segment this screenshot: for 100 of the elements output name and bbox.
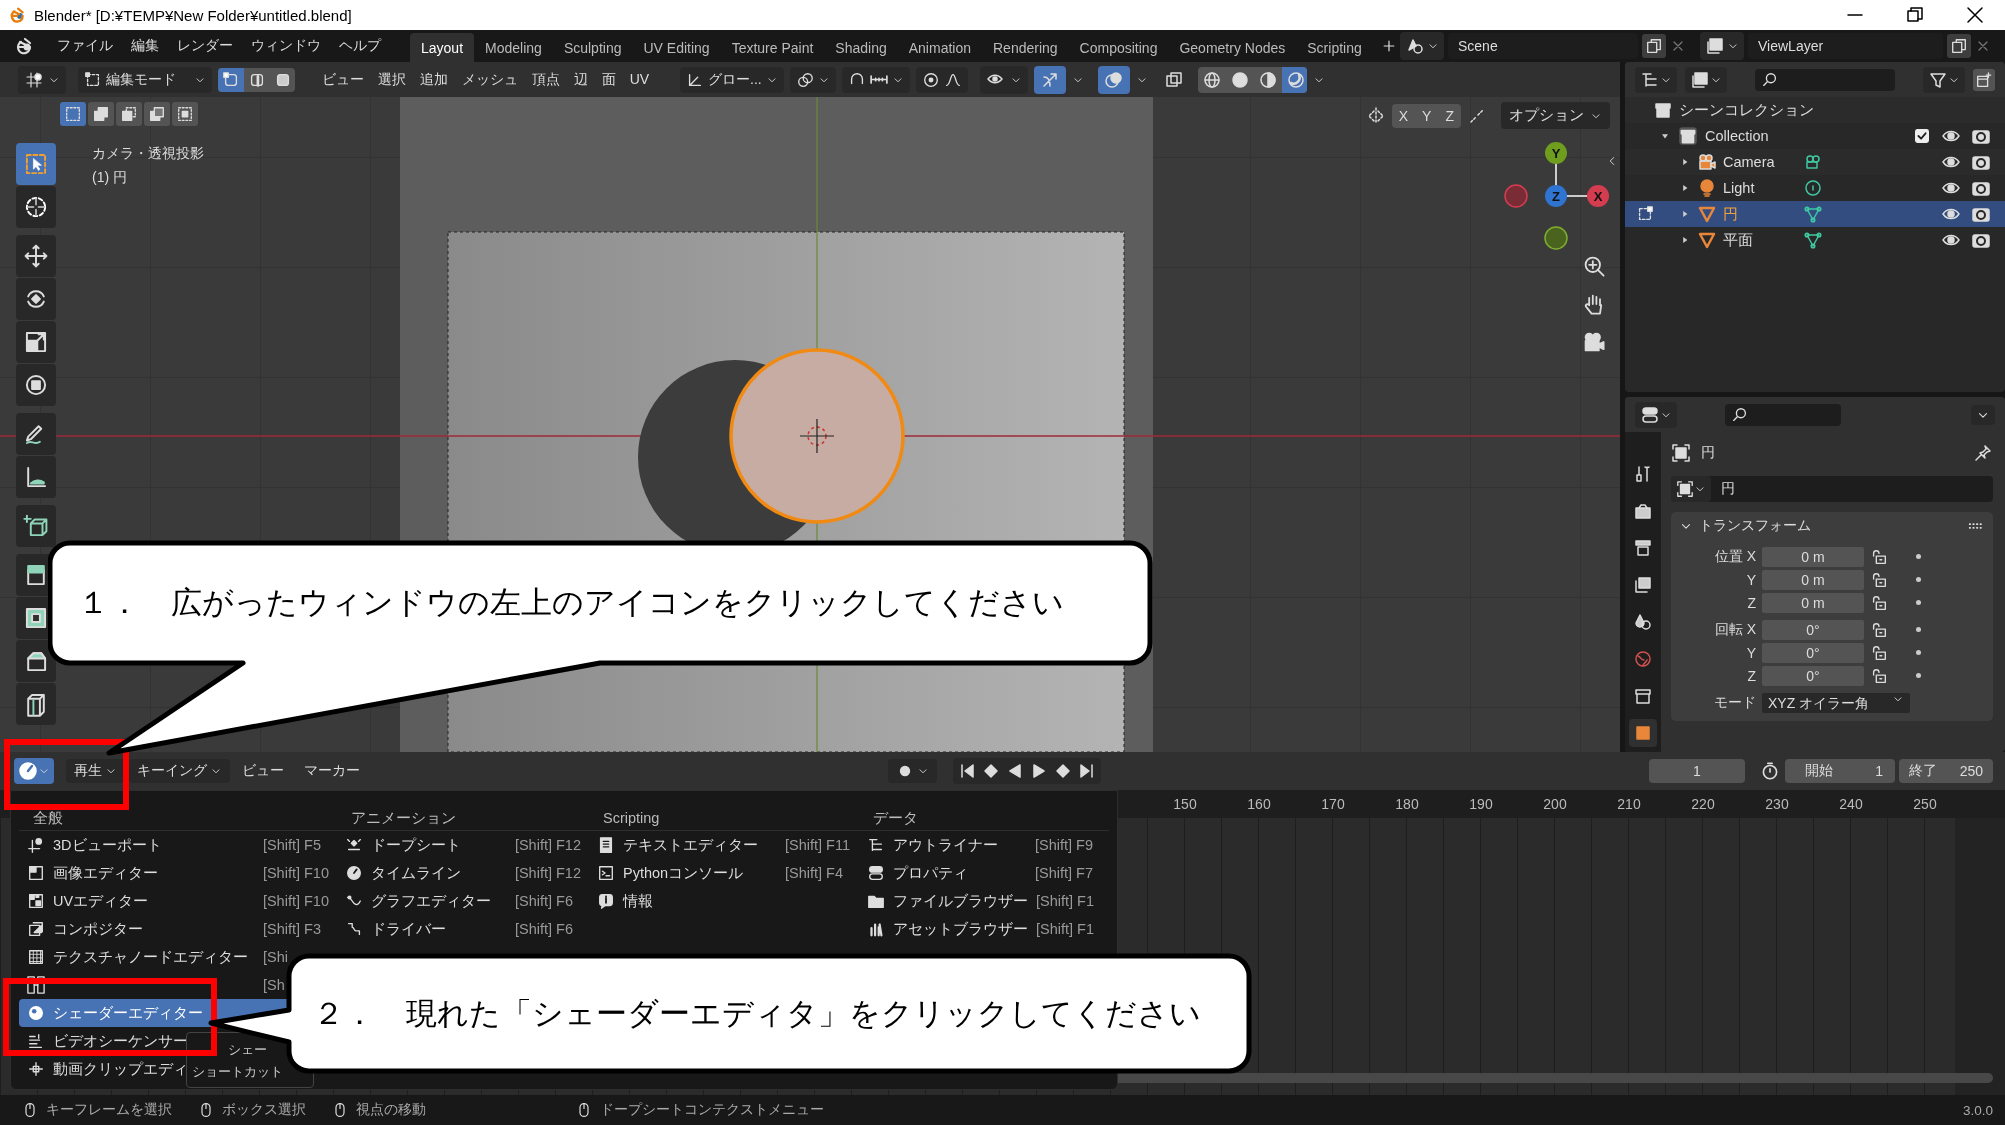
viewport-info-text: (1) 円 — [92, 168, 127, 187]
frame-number: 200 — [1542, 795, 1568, 814]
menu-item[interactable]: 辺 — [566, 70, 595, 89]
options-dropdown[interactable]: オプション — [1501, 102, 1610, 129]
view-layer-field[interactable]: ViewLayer — [1748, 33, 1943, 59]
workspace-tab[interactable]: Rendering — [982, 33, 1069, 63]
menu-item[interactable]: ドライバー [Shift] F6 — [337, 915, 589, 943]
menu-item[interactable]: レンダー — [168, 37, 242, 55]
number-field[interactable]: 0 m — [1762, 569, 1864, 590]
menu-item[interactable]: 面 — [594, 70, 623, 89]
current-frame-field[interactable]: 1 — [1649, 759, 1745, 783]
tree-item[interactable]: 円 — [1723, 204, 1793, 224]
frame-number: 230 — [1764, 795, 1790, 814]
workspace-tab[interactable]: Modeling — [474, 33, 553, 63]
menu-dropdown[interactable]: 再生 — [66, 759, 125, 783]
menu-item[interactable]: ウィンドウ — [242, 37, 330, 55]
tooltip-text: ショートカット — [192, 1063, 283, 1081]
menu-item[interactable]: 追加 — [412, 70, 455, 89]
frame-number: 210 — [1616, 795, 1642, 814]
status-hint: 視点の移動 — [356, 1101, 426, 1119]
menu-item[interactable]: グラフエディター [Shift] F6 — [337, 887, 589, 915]
scene-field[interactable]: Scene — [1448, 33, 1638, 59]
menu-item[interactable]: 編集 — [122, 37, 168, 55]
status-hint: ボックス選択 — [222, 1101, 306, 1119]
workspace-tab[interactable]: Animation — [897, 33, 982, 63]
menu-item[interactable]: 選択 — [370, 70, 413, 89]
window-title: Blender* [D:¥TEMP¥New Folder¥untitled.blend] — [34, 6, 352, 24]
menu-item[interactable]: メッシュ — [454, 70, 525, 89]
tree-row[interactable]: 円 — [1625, 201, 2005, 227]
tree-item[interactable]: シーンコレクション — [1679, 100, 1814, 120]
menu-item[interactable]: ヘルプ — [330, 37, 390, 55]
number-field[interactable]: 0° — [1762, 665, 1864, 686]
menu-item[interactable]: アセットブラウザー [Shift] F1 — [859, 915, 1109, 943]
tree-item[interactable]: Light — [1723, 180, 1793, 196]
axis-label: Z — [1552, 189, 1560, 204]
start-frame-field[interactable]: 開始 1 — [1785, 759, 1895, 783]
menu-item[interactable]: UVエディター [Shift] F10 — [19, 887, 337, 915]
menu-item[interactable]: ビュー — [234, 759, 292, 783]
menu-item[interactable]: ファイル — [48, 37, 122, 55]
mode-dropdown[interactable]: XYZ オイラー角 — [1762, 692, 1910, 713]
version-label: 3.0.0 — [1962, 1102, 1993, 1118]
frame-number: 150 — [1172, 795, 1198, 814]
workspace-tab[interactable]: Compositing — [1068, 33, 1169, 63]
menu-item[interactable]: タイムライン [Shift] F12 — [337, 859, 589, 887]
field-label: モード — [1713, 693, 1756, 712]
workspace-tab[interactable]: Sculpting — [552, 33, 633, 63]
axis-toggle-button[interactable]: X — [1391, 103, 1416, 128]
menu-item[interactable]: UV — [622, 70, 657, 89]
menu-item[interactable]: プロパティ [Shift] F7 — [859, 859, 1109, 887]
menu-dropdown[interactable]: キーイング — [129, 759, 230, 783]
menu-item[interactable]: 情報 — [589, 887, 859, 915]
workspace-tab[interactable]: Layout — [410, 33, 475, 63]
workspace-tab[interactable]: UV Editing — [632, 33, 721, 63]
menu-item[interactable]: コンポジター [Shift] F3 — [19, 915, 337, 943]
panel-header[interactable]: トランスフォーム — [1671, 512, 1993, 540]
menu-item[interactable]: ファイルブラウザー [Shift] F1 — [859, 887, 1109, 915]
frame-number: 190 — [1468, 795, 1494, 814]
menu-item[interactable]: Pythonコンソール [Shift] F4 — [589, 859, 859, 887]
tree-row[interactable]: 平面 — [1625, 227, 2005, 253]
axis-toggle-button[interactable]: Z — [1438, 103, 1461, 128]
axis-toggle-button[interactable]: Y — [1415, 103, 1439, 128]
frame-number: 220 — [1690, 795, 1716, 814]
workspace-tab[interactable]: Shading — [824, 33, 898, 63]
navigation-gizmo[interactable]: Y Z X — [1504, 142, 1609, 250]
end-frame-field[interactable]: 終了 250 — [1899, 759, 1993, 783]
menu-item[interactable]: ドープシート [Shift] F12 — [337, 831, 589, 859]
number-field[interactable]: 0 m — [1762, 592, 1864, 613]
frame-number: 180 — [1394, 795, 1420, 814]
menu-item[interactable]: 頂点 — [524, 70, 567, 89]
menu-item[interactable]: ビュー — [314, 70, 371, 89]
frame-number: 240 — [1838, 795, 1864, 814]
field-label: Z — [1746, 667, 1756, 684]
tree-item[interactable]: 平面 — [1723, 230, 1793, 250]
field-label: Y — [1745, 644, 1756, 661]
field-label: Y — [1745, 571, 1756, 588]
menu-item[interactable]: アウトライナー [Shift] F9 — [859, 831, 1109, 859]
workspace-tab[interactable]: Texture Paint — [720, 33, 825, 63]
tree-item[interactable]: Collection — [1705, 128, 1769, 144]
mode-dropdown[interactable]: 編集モード — [78, 66, 213, 93]
workspace-tab[interactable]: Scripting — [1296, 33, 1373, 63]
menu-item[interactable]: テキストエディター [Shift] F11 — [589, 831, 859, 859]
menu-heading: Scripting — [589, 791, 859, 831]
menu-heading: アニメーション — [337, 791, 589, 831]
frame-number: 170 — [1320, 795, 1346, 814]
field-label: 位置 X — [1713, 547, 1756, 566]
menu-item[interactable]: 3Dビューポート [Shift] F5 — [19, 831, 337, 859]
tree-row[interactable]: Light — [1625, 175, 2005, 201]
number-field[interactable]: 0° — [1762, 619, 1864, 640]
object-name: 円 — [1701, 444, 1715, 462]
menu-item[interactable]: 画像エディター [Shift] F10 — [19, 859, 337, 887]
field-label: 回転 X — [1713, 620, 1756, 639]
menu-item[interactable]: マーカー — [296, 759, 368, 783]
number-field[interactable]: 0° — [1762, 642, 1864, 663]
frame-number: 250 — [1912, 795, 1938, 814]
orientation-dropdown[interactable]: グロー... — [680, 66, 784, 93]
tree-item[interactable]: Camera — [1723, 154, 1793, 170]
datablock-field[interactable]: 円 — [1671, 476, 1993, 502]
tooltip-text: シェー — [228, 1041, 267, 1059]
workspace-tab[interactable]: Geometry Nodes — [1168, 33, 1297, 63]
number-field[interactable]: 0 m — [1762, 546, 1864, 567]
